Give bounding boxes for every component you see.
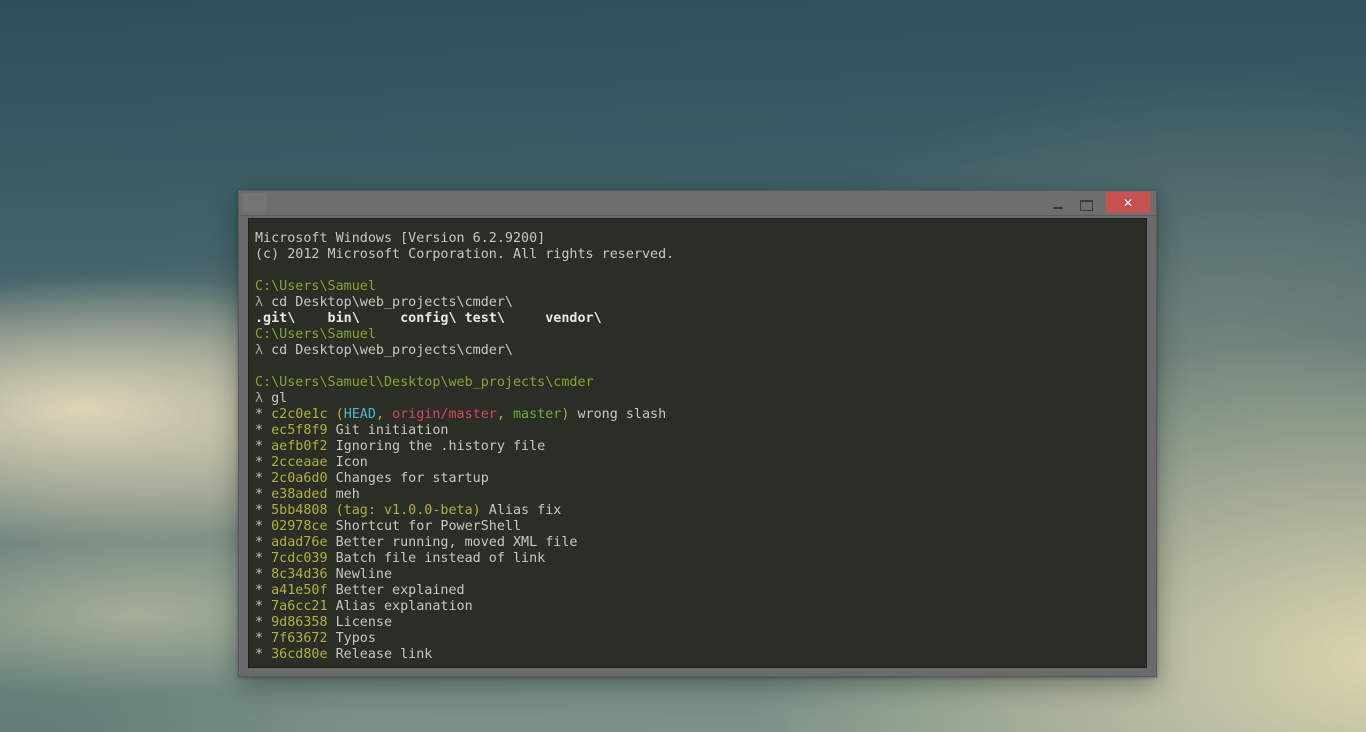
close-button[interactable]: ✕: [1106, 192, 1150, 213]
maximize-button[interactable]: [1072, 191, 1100, 215]
terminal-line: * ec5f8f9 Git initiation: [255, 423, 1142, 439]
minimize-button[interactable]: [1044, 191, 1072, 215]
terminal-line: λ cd Desktop\web_projects\cmder\: [255, 343, 1142, 359]
terminal-line: * c2c0e1c (HEAD, origin/master, master) …: [255, 407, 1142, 423]
window-frame: Microsoft Windows [Version 6.2.9200](c) …: [239, 216, 1156, 677]
terminal-line: * 5bb4808 (tag: v1.0.0-beta) Alias fix: [255, 503, 1142, 519]
terminal-line: * e38aded meh: [255, 487, 1142, 503]
terminal-line: C:\Users\Samuel\Desktop\web_projects\cmd…: [255, 375, 1142, 391]
terminal-line: * 7cdc039 Batch file instead of link: [255, 551, 1142, 567]
terminal-line: * aefb0f2 Ignoring the .history file: [255, 439, 1142, 455]
terminal-line: λ gl: [255, 391, 1142, 407]
terminal-line: * 36cd80e Release link: [255, 647, 1142, 663]
terminal-output[interactable]: Microsoft Windows [Version 6.2.9200](c) …: [248, 218, 1147, 668]
terminal-line: * 8c34d36 Newline: [255, 567, 1142, 583]
minimize-icon: [1053, 207, 1063, 209]
terminal-line: * 7a6cc21 Alias explanation: [255, 599, 1142, 615]
desktop-wallpaper: ✕ Microsoft Windows [Version 6.2.9200](c…: [0, 0, 1366, 732]
terminal-line: * 9d86358 License: [255, 615, 1142, 631]
terminal-line: λ cd Desktop\web_projects\cmder\: [255, 295, 1142, 311]
terminal-line: .git\ bin\ config\ test\ vendor\: [255, 311, 1142, 327]
maximize-icon: [1080, 200, 1093, 211]
terminal-line: * 2c0a6d0 Changes for startup: [255, 471, 1142, 487]
terminal-line: Microsoft Windows [Version 6.2.9200]: [255, 231, 1142, 247]
terminal-line: (c) 2012 Microsoft Corporation. All righ…: [255, 247, 1142, 263]
close-icon: ✕: [1123, 196, 1133, 210]
terminal-line: [255, 359, 1142, 375]
terminal-line: * adad76e Better running, moved XML file: [255, 535, 1142, 551]
titlebar[interactable]: ✕: [239, 191, 1156, 216]
console-window: ✕ Microsoft Windows [Version 6.2.9200](c…: [238, 190, 1157, 677]
terminal-line: C:\Users\Samuel: [255, 327, 1142, 343]
terminal-line: [255, 263, 1142, 279]
terminal-line: * a41e50f Better explained: [255, 583, 1142, 599]
window-controls: ✕: [1044, 191, 1150, 215]
terminal-line: * 02978ce Shortcut for PowerShell: [255, 519, 1142, 535]
terminal-line: * 2cceaae Icon: [255, 455, 1142, 471]
terminal-line: * 7f63672 Typos: [255, 631, 1142, 647]
terminal-line: C:\Users\Samuel: [255, 279, 1142, 295]
window-icon: [243, 193, 267, 212]
